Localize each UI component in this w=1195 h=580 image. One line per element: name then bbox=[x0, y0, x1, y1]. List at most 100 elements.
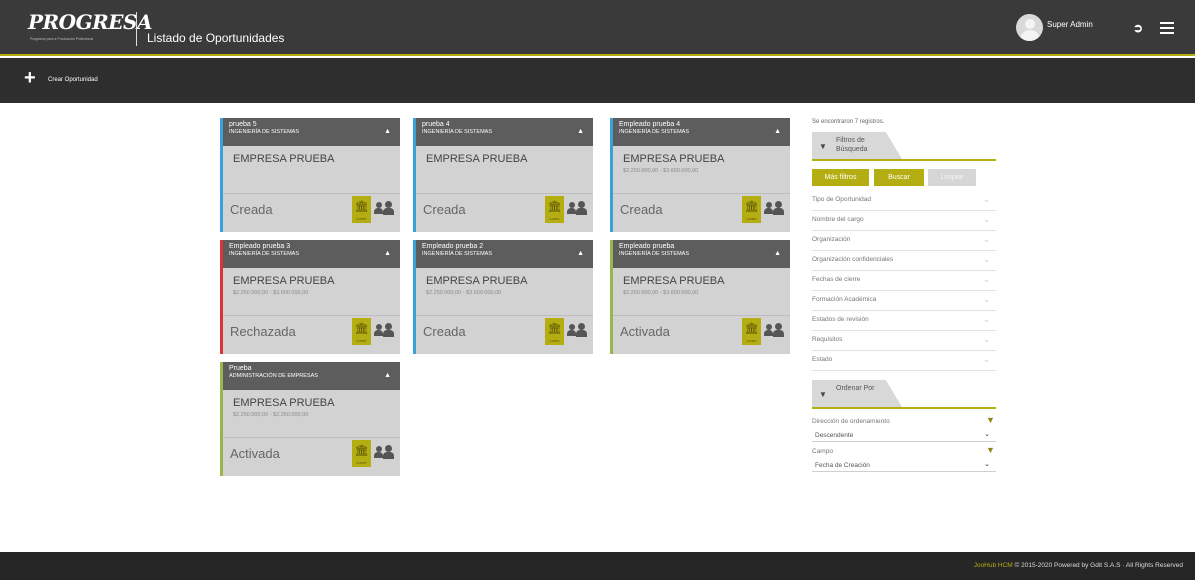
filter-label: Tipo de Oportunidad bbox=[812, 196, 872, 203]
institution-button[interactable]: 🏛 Lorem bbox=[742, 196, 761, 223]
card-area: INGENIERÍA DE SISTEMAS bbox=[422, 129, 492, 135]
opportunity-card[interactable]: Empleado prueba 4 INGENIERÍA DE SISTEMAS… bbox=[610, 118, 790, 232]
institution-button-label: Lorem bbox=[746, 217, 757, 221]
filter-row[interactable]: Organización ⌄ bbox=[812, 231, 996, 251]
institution-button[interactable]: 🏛 Lorem bbox=[352, 196, 371, 223]
opportunity-card[interactable]: Prueba ADMINISTRACIÓN DE EMPRESAS ▲ EMPR… bbox=[220, 362, 400, 476]
filter-row[interactable]: Organización confidenciales ⌄ bbox=[812, 251, 996, 271]
toolbar: + Crear Oportunidad bbox=[0, 58, 1195, 103]
user-name[interactable]: Super Admin bbox=[1047, 20, 1093, 29]
card-title[interactable]: Prueba bbox=[229, 365, 400, 373]
footer-brand-link[interactable]: JooHub HCM bbox=[974, 562, 1013, 569]
card-header: Prueba ADMINISTRACIÓN DE EMPRESAS ▲ bbox=[223, 362, 400, 390]
footer-copyright: © 2015-2020 Powered by Gdit S.A.S · All … bbox=[1014, 562, 1183, 569]
card-divider bbox=[223, 315, 400, 316]
card-area: INGENIERÍA DE SISTEMAS bbox=[229, 251, 299, 257]
card-status: Activada bbox=[230, 446, 280, 461]
card-area: INGENIERÍA DE SISTEMAS bbox=[422, 251, 492, 257]
institution-button[interactable]: 🏛 Lorem bbox=[352, 440, 371, 467]
filter-row[interactable]: Requisitos ⌄ bbox=[812, 331, 996, 351]
chevron-down-icon: ⌄ bbox=[983, 295, 990, 304]
chevron-down-icon: ⌄ bbox=[983, 235, 990, 244]
card-title[interactable]: prueba 4 bbox=[422, 121, 593, 129]
create-opportunity-button[interactable]: Crear Oportunidad bbox=[48, 77, 98, 83]
institution-button[interactable]: 🏛 Lorem bbox=[742, 318, 761, 345]
app-header: PROGRESA Programa para a Producción Prof… bbox=[0, 0, 1195, 56]
chevron-down-icon: ⌄ bbox=[983, 215, 990, 224]
candidates-icon[interactable] bbox=[567, 323, 587, 337]
card-title[interactable]: prueba 5 bbox=[229, 121, 400, 129]
institution-button[interactable]: 🏛 Lorem bbox=[545, 196, 564, 223]
sort-funnel-icon: ▼ bbox=[819, 390, 827, 399]
filter-row[interactable]: Nombre del cargo ⌄ bbox=[812, 211, 996, 231]
filter-row[interactable]: Estado ⌄ bbox=[812, 351, 996, 371]
more-filters-button[interactable]: Más filtros bbox=[812, 169, 869, 186]
chevron-down-icon: ⌄ bbox=[984, 461, 990, 468]
candidates-icon[interactable] bbox=[567, 201, 587, 215]
opportunity-card[interactable]: prueba 5 INGENIERÍA DE SISTEMAS ▲ EMPRES… bbox=[220, 118, 400, 232]
sort-field-select[interactable]: Fecha de Creación ⌄ bbox=[812, 460, 996, 472]
bank-icon: 🏛 bbox=[744, 323, 759, 335]
card-salary: $2.250.000,00 - $2.250.000,00 bbox=[233, 412, 309, 418]
chevron-down-icon: ⌄ bbox=[983, 315, 990, 324]
sort-tab[interactable]: ▼ Ordenar Por bbox=[812, 380, 902, 407]
card-status: Creada bbox=[423, 324, 466, 339]
pin-icon[interactable]: ▲ bbox=[577, 250, 584, 257]
pin-icon[interactable]: ▲ bbox=[384, 250, 391, 257]
chevron-down-icon: ⌄ bbox=[983, 275, 990, 284]
pin-icon[interactable]: ▲ bbox=[774, 250, 781, 257]
filter-row[interactable]: Estados de revisión ⌄ bbox=[812, 311, 996, 331]
sort-direction-select[interactable]: Descendente ⌄ bbox=[812, 430, 996, 442]
filter-label: Nombre del cargo bbox=[812, 216, 864, 223]
card-area: INGENIERÍA DE SISTEMAS bbox=[619, 129, 689, 135]
sort-field-value: Fecha de Creación bbox=[815, 462, 870, 469]
bank-icon: 🏛 bbox=[354, 445, 369, 457]
card-company: EMPRESA PRUEBA bbox=[426, 153, 528, 165]
filter-label: Estados de revisión bbox=[812, 316, 869, 323]
results-count: Se encontraron 7 registros. bbox=[812, 119, 885, 125]
user-avatar[interactable] bbox=[1016, 14, 1043, 41]
logo-tagline: Programa para a Producción Profesional bbox=[30, 37, 94, 41]
search-button[interactable]: Buscar bbox=[874, 169, 924, 186]
pin-icon[interactable]: ▲ bbox=[384, 128, 391, 135]
opportunity-card[interactable]: Empleado prueba INGENIERÍA DE SISTEMAS ▲… bbox=[610, 240, 790, 354]
candidates-icon[interactable] bbox=[374, 201, 394, 215]
card-divider bbox=[416, 315, 593, 316]
filter-row[interactable]: Tipo de Oportunidad ⌄ bbox=[812, 191, 996, 211]
institution-button[interactable]: 🏛 Lorem bbox=[545, 318, 564, 345]
pin-icon[interactable]: ▲ bbox=[384, 372, 391, 379]
card-title[interactable]: Empleado prueba 3 bbox=[229, 243, 400, 251]
card-title[interactable]: Empleado prueba bbox=[619, 243, 790, 251]
logout-icon[interactable]: ➲ bbox=[1133, 21, 1143, 35]
candidates-icon[interactable] bbox=[764, 323, 784, 337]
opportunity-card[interactable]: Empleado prueba 3 INGENIERÍA DE SISTEMAS… bbox=[220, 240, 400, 354]
progresa-logo[interactable]: PROGRESA bbox=[28, 10, 153, 34]
filter-label: Fechas de cierre bbox=[812, 276, 861, 283]
pin-icon[interactable]: ▲ bbox=[577, 128, 584, 135]
chevron-down-icon: ⌄ bbox=[983, 335, 990, 344]
clear-button[interactable]: Limpiar bbox=[928, 169, 976, 186]
filter-row[interactable]: Fechas de cierre ⌄ bbox=[812, 271, 996, 291]
opportunity-card[interactable]: prueba 4 INGENIERÍA DE SISTEMAS ▲ EMPRES… bbox=[413, 118, 593, 232]
card-header: Empleado prueba INGENIERÍA DE SISTEMAS ▲ bbox=[613, 240, 790, 268]
candidates-icon[interactable] bbox=[764, 201, 784, 215]
card-divider bbox=[223, 193, 400, 194]
plus-icon[interactable]: + bbox=[24, 68, 36, 88]
card-area: ADMINISTRACIÓN DE EMPRESAS bbox=[229, 373, 318, 379]
filters-tab[interactable]: ▼ Filtros de Búsqueda bbox=[812, 132, 902, 159]
candidates-icon[interactable] bbox=[374, 445, 394, 459]
chevron-down-icon: ⌄ bbox=[983, 195, 990, 204]
filter-row[interactable]: Formación Académica ⌄ bbox=[812, 291, 996, 311]
hamburger-menu-icon[interactable] bbox=[1160, 22, 1174, 34]
institution-button-label: Lorem bbox=[356, 339, 367, 343]
card-title[interactable]: Empleado prueba 2 bbox=[422, 243, 593, 251]
card-title[interactable]: Empleado prueba 4 bbox=[619, 121, 790, 129]
chevron-down-icon: ⌄ bbox=[983, 355, 990, 364]
institution-button[interactable]: 🏛 Lorem bbox=[352, 318, 371, 345]
header-divider bbox=[136, 12, 137, 46]
card-header: Empleado prueba 4 INGENIERÍA DE SISTEMAS… bbox=[613, 118, 790, 146]
candidates-icon[interactable] bbox=[374, 323, 394, 337]
pin-icon[interactable]: ▲ bbox=[774, 128, 781, 135]
filter-label: Organización confidenciales bbox=[812, 256, 894, 263]
opportunity-card[interactable]: Empleado prueba 2 INGENIERÍA DE SISTEMAS… bbox=[413, 240, 593, 354]
